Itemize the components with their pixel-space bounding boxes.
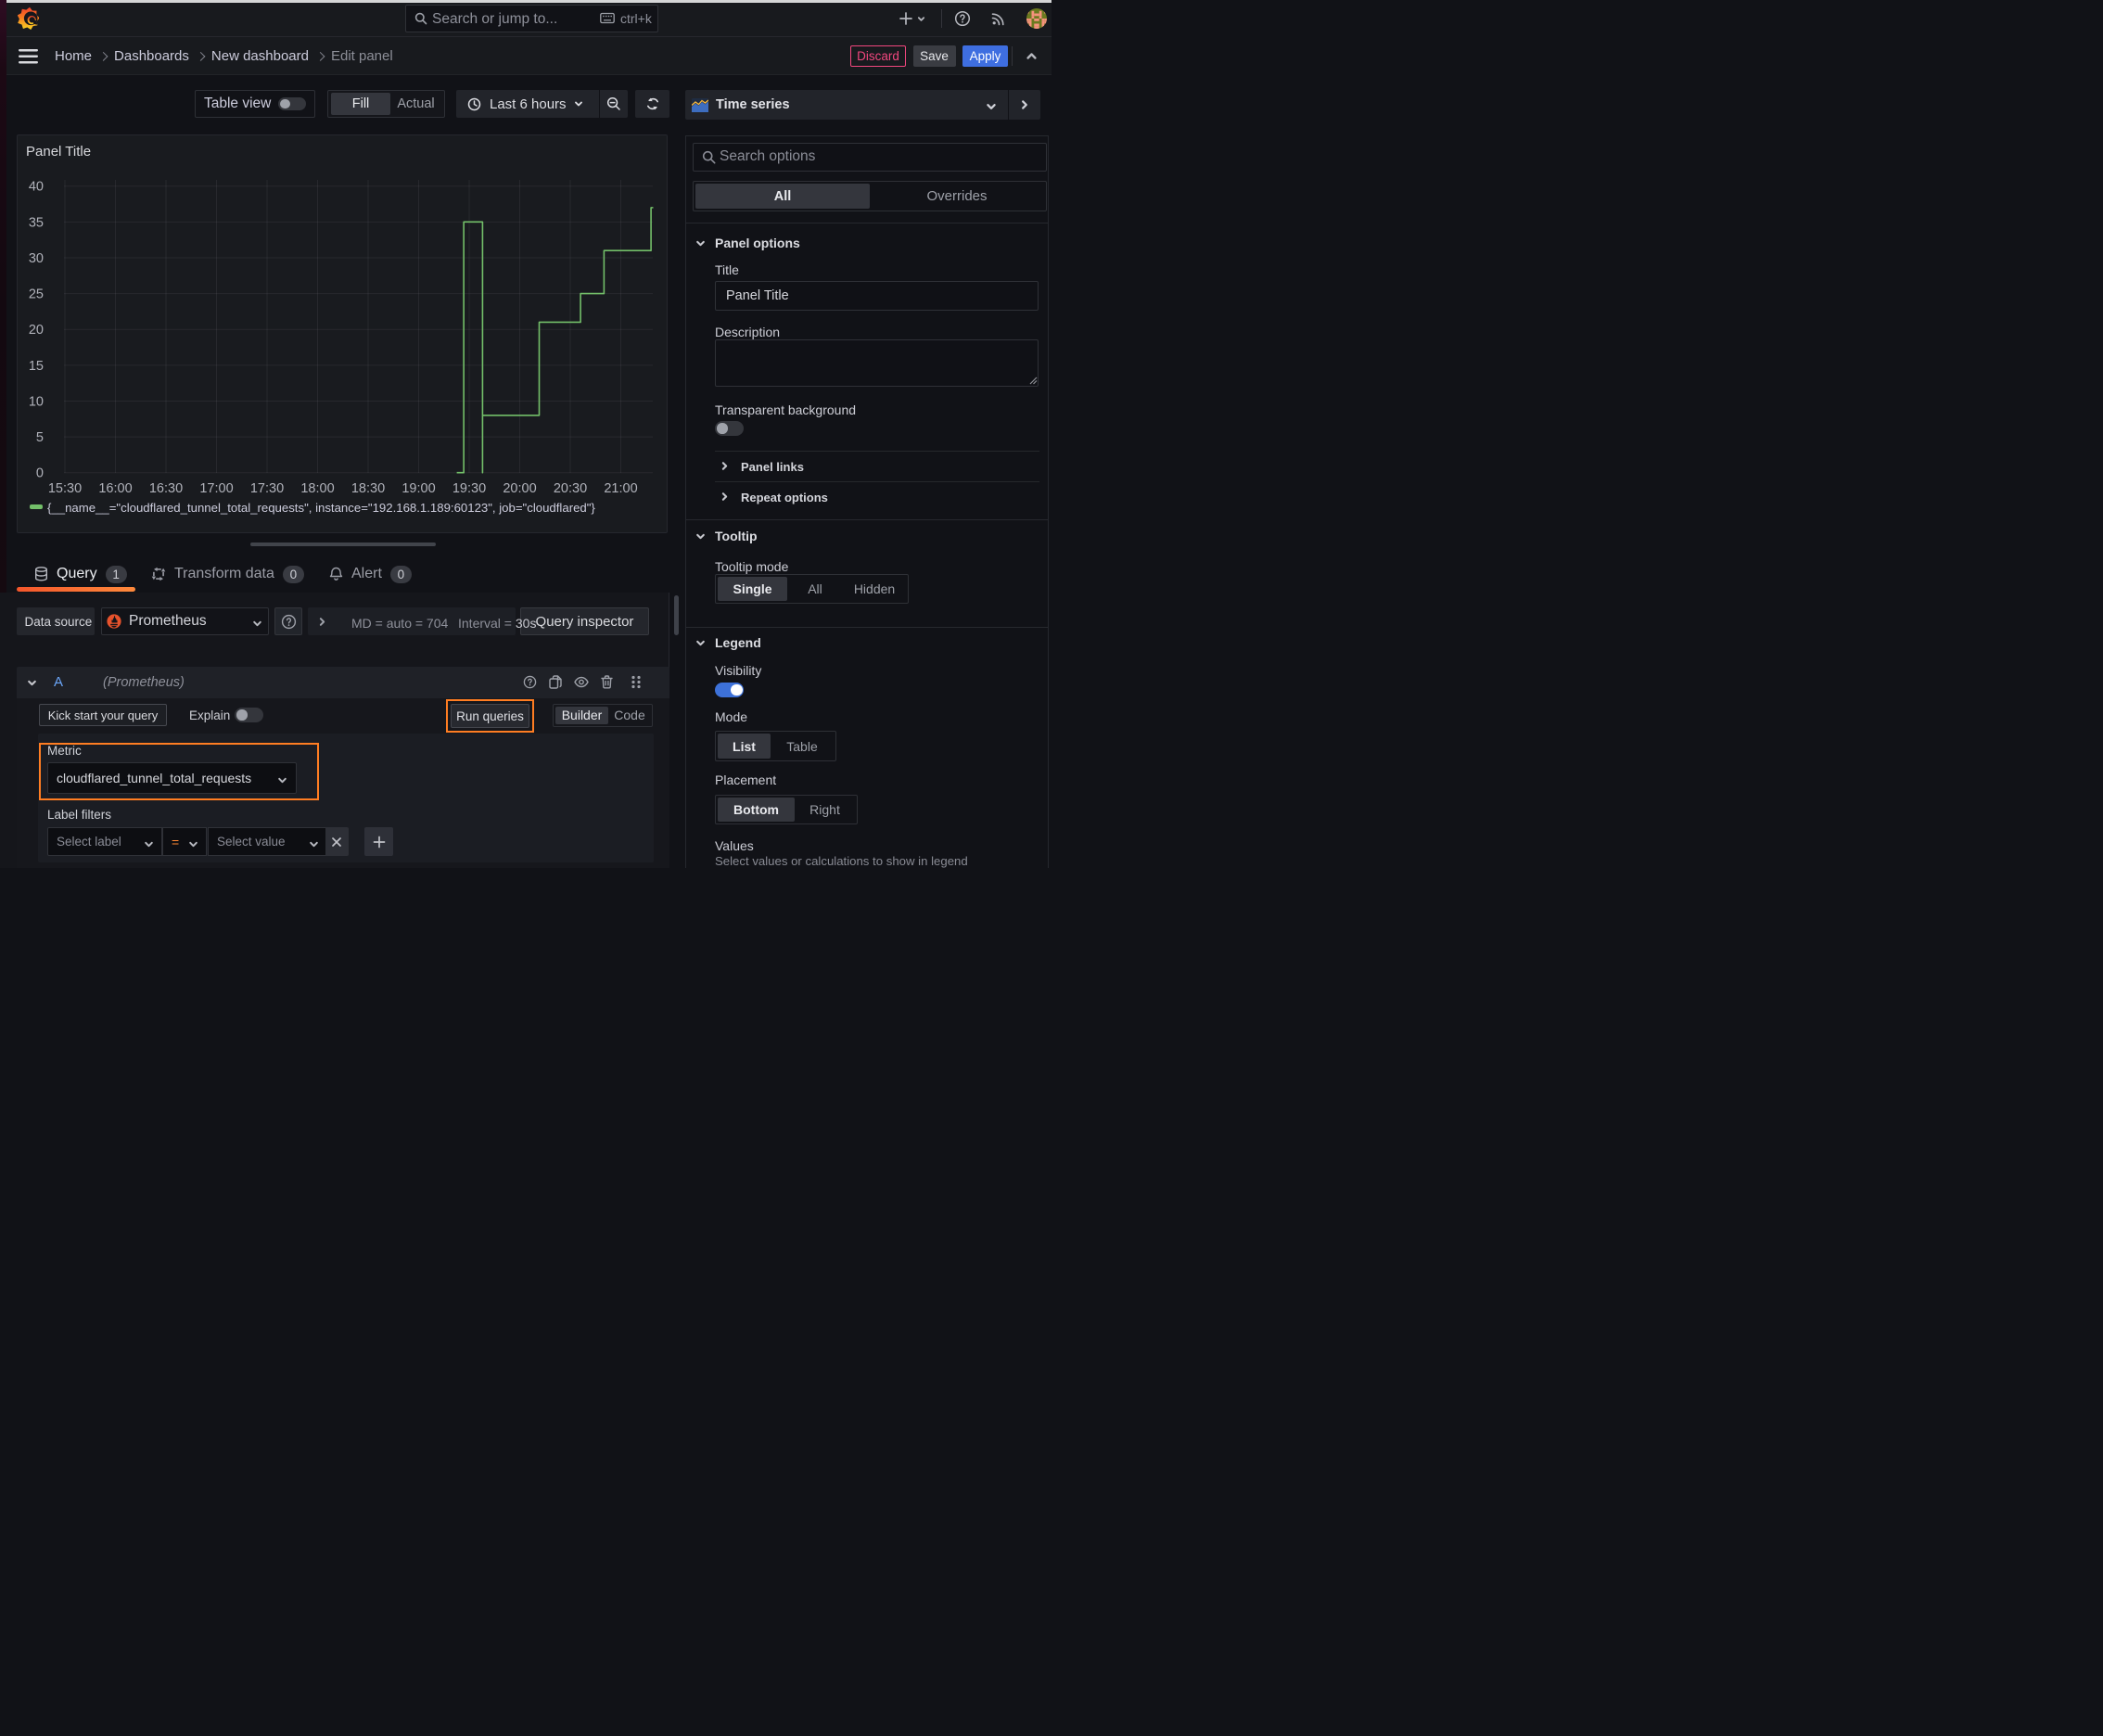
svg-text:25: 25 (29, 287, 44, 302)
svg-text:19:00: 19:00 (401, 481, 435, 496)
svg-text:20: 20 (29, 323, 44, 338)
svg-text:18:30: 18:30 (351, 481, 385, 496)
svg-text:5: 5 (36, 430, 44, 445)
svg-text:40: 40 (29, 180, 44, 195)
svg-text:18:00: 18:00 (300, 481, 334, 496)
svg-text:15:30: 15:30 (48, 481, 82, 496)
svg-text:20:00: 20:00 (503, 481, 536, 496)
svg-text:17:30: 17:30 (250, 481, 284, 496)
svg-text:16:30: 16:30 (149, 481, 183, 496)
svg-text:17:00: 17:00 (199, 481, 233, 496)
svg-text:30: 30 (29, 251, 44, 266)
svg-text:16:00: 16:00 (98, 481, 132, 496)
svg-text:10: 10 (29, 394, 44, 409)
svg-text:0: 0 (36, 466, 44, 481)
svg-text:15: 15 (29, 359, 44, 374)
svg-text:21:00: 21:00 (604, 481, 637, 496)
svg-text:35: 35 (29, 215, 44, 230)
svg-text:20:30: 20:30 (554, 481, 587, 496)
svg-text:19:30: 19:30 (452, 481, 486, 496)
